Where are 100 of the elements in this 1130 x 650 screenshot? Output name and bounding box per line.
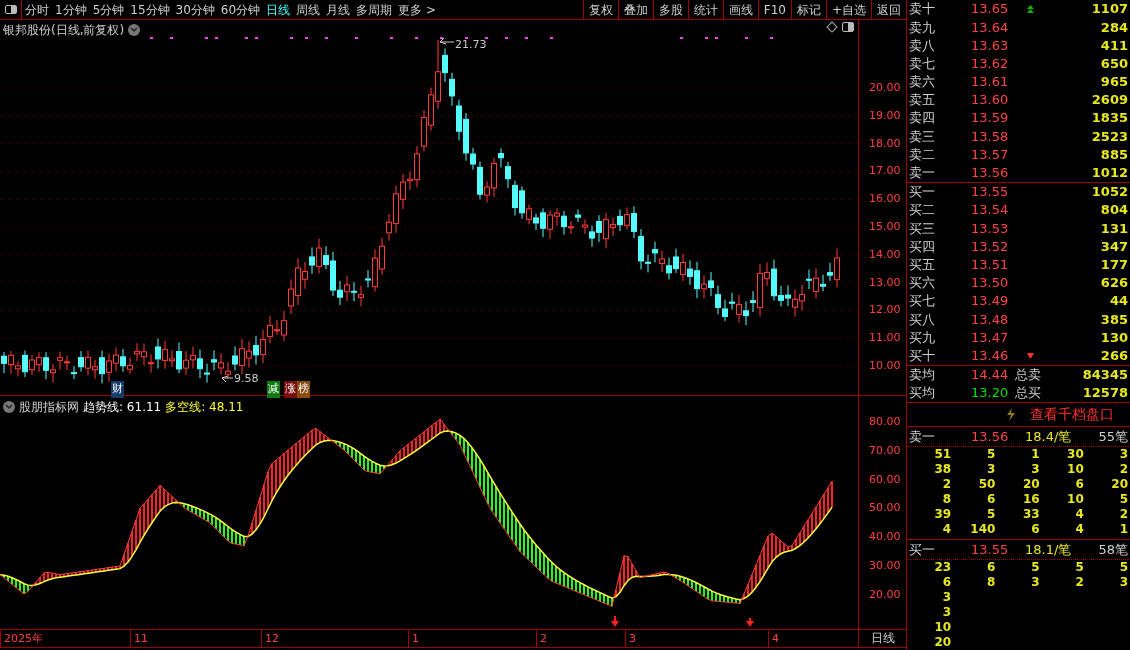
dropdown-icon[interactable]: [128, 24, 141, 36]
queue-label: 卖一: [909, 427, 936, 446]
queue-order-size: 6: [1030, 521, 1040, 537]
order-volume: 266: [1099, 346, 1128, 365]
queue-order-size: 3: [1118, 574, 1128, 590]
time-axis-label: 2025年: [0, 630, 43, 647]
dropdown-icon[interactable]: [3, 401, 15, 413]
order-level-label: 卖一: [909, 164, 936, 183]
toolbar-button[interactable]: F10: [757, 0, 791, 19]
time-axis-label: 4: [768, 630, 779, 647]
event-badge[interactable]: 减: [267, 381, 280, 398]
order-level-label: 买十: [909, 346, 936, 365]
queue-order-size: 23: [933, 559, 952, 575]
high-price-label: 21.73: [455, 37, 487, 53]
toolbar-button[interactable]: 复权: [582, 0, 618, 19]
queue-count: 55笔: [1097, 427, 1128, 446]
order-level-label: 卖三: [909, 127, 936, 146]
toolbar-button[interactable]: +自选: [825, 0, 871, 19]
period-tab[interactable]: 5分钟: [89, 0, 128, 19]
order-volume: 804: [1099, 201, 1128, 220]
queue-order-size: 6: [1074, 476, 1084, 492]
event-badge[interactable]: 榜: [297, 381, 310, 398]
lightning-icon: [1006, 407, 1016, 421]
order-volume: 1012: [1090, 164, 1128, 183]
summary-price: 13.20: [971, 384, 1010, 402]
toolbar-button[interactable]: 叠加: [617, 0, 653, 19]
period-tab[interactable]: 日线: [263, 0, 294, 19]
price-axis-label: 15.00: [869, 219, 901, 235]
event-badge[interactable]: 财: [111, 381, 124, 398]
order-price: 13.62: [971, 54, 1010, 73]
toolbar-button[interactable]: 返回: [871, 0, 906, 19]
toolbar-button[interactable]: 画线: [722, 0, 758, 19]
order-level-label: 卖二: [909, 145, 936, 164]
toolbar-button[interactable]: 标记: [790, 0, 826, 19]
queue-order-size: 5: [986, 506, 996, 522]
period-tab[interactable]: 分时: [22, 0, 52, 19]
order-price: 13.46: [971, 346, 1010, 365]
order-level-label: 卖七: [909, 54, 936, 73]
up-arrow-icon: [1026, 5, 1034, 14]
queue-order-size: 3: [1030, 461, 1040, 477]
indicator-axis-label: 60.00: [869, 471, 901, 488]
indicator-axis-label: 80.00: [869, 414, 901, 430]
order-volume: 650: [1099, 54, 1128, 73]
indicator-axis-label: 40.00: [869, 529, 901, 546]
price-axis-label: 20.00: [869, 80, 901, 96]
period-tab[interactable]: 月线: [323, 0, 354, 19]
period-tab[interactable]: 30分钟: [172, 0, 218, 19]
queue-order-size: 1: [1118, 521, 1128, 537]
toolbar-button[interactable]: 多股: [652, 0, 688, 19]
panel-toggle-icon[interactable]: [842, 22, 854, 32]
order-queue-button[interactable]: 查看千档盘口: [1030, 403, 1114, 425]
price-axis-label: 11.00: [869, 330, 901, 347]
order-volume: 411: [1099, 36, 1128, 55]
queue-order-size: 8: [941, 491, 952, 507]
order-level-label: 买八: [909, 310, 936, 329]
period-tab[interactable]: 1分钟: [52, 0, 90, 19]
order-price: 13.56: [971, 164, 1010, 183]
summary-total-label: 总买: [1015, 384, 1042, 402]
queue-order-size: 5: [1074, 559, 1084, 575]
price-axis-label: 17.00: [869, 163, 901, 180]
order-volume: 885: [1099, 145, 1128, 164]
price-axis-label: 19.00: [869, 107, 901, 124]
queue-order-size: 5: [1030, 559, 1040, 575]
indicator-axis-label: 50.00: [869, 500, 901, 517]
queue-order-size: 5: [986, 446, 996, 462]
chart-title: 银邦股份(日线,前复权): [3, 22, 125, 39]
price-axis-label: 16.00: [869, 191, 901, 208]
order-price: 13.64: [971, 18, 1010, 37]
order-level-label: 买九: [909, 328, 936, 347]
price-axis-label: 10.00: [869, 358, 901, 374]
order-level-label: 买七: [909, 292, 936, 311]
queue-order-size: 50: [977, 476, 996, 492]
down-arrow-icon: [1026, 352, 1034, 359]
order-price: 13.50: [971, 274, 1010, 293]
order-volume: 1107: [1090, 0, 1128, 19]
period-tab[interactable]: 周线: [293, 0, 324, 19]
period-tab[interactable]: 15分钟: [127, 0, 173, 19]
order-volume: 2609: [1090, 91, 1128, 110]
queue-order-size: 6: [986, 491, 996, 507]
period-tab[interactable]: 更多 >: [395, 0, 439, 19]
time-axis-label: 12: [261, 630, 279, 647]
order-level-label: 卖五: [909, 91, 936, 110]
queue-order-size: 39: [933, 506, 952, 522]
queue-count: 58笔: [1097, 540, 1128, 559]
high-marker-arrow: [439, 37, 455, 45]
period-label: 日线: [858, 630, 906, 647]
queue-order-size: 10: [1066, 491, 1084, 507]
period-tab[interactable]: 60分钟: [217, 0, 264, 19]
time-axis-label: 2: [536, 630, 547, 647]
summary-price: 14.44: [971, 366, 1010, 384]
period-tab[interactable]: 多周期: [353, 0, 396, 19]
order-level-label: 买三: [909, 219, 936, 238]
order-level-label: 买五: [909, 255, 936, 274]
time-axis-label: 11: [130, 630, 148, 647]
summary-label: 买均: [909, 384, 936, 402]
queue-order-size: 30: [1066, 446, 1084, 462]
toolbar-button[interactable]: 统计: [687, 0, 723, 19]
order-price: 13.63: [971, 36, 1010, 55]
event-badge[interactable]: 涨: [284, 381, 297, 398]
order-level-label: 卖六: [909, 73, 936, 92]
